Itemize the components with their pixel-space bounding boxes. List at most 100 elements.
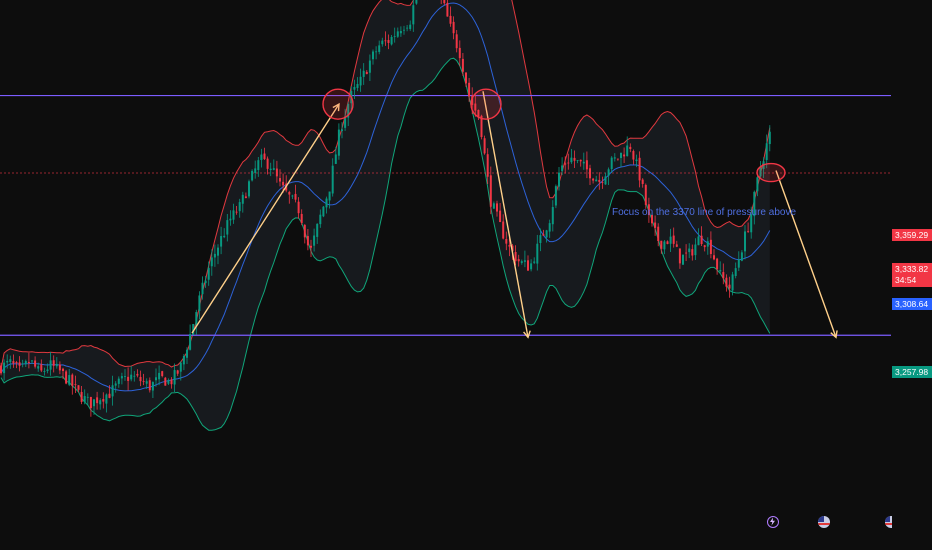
candle-body bbox=[592, 178, 595, 181]
candle-body bbox=[235, 211, 238, 213]
candle-body bbox=[375, 51, 378, 53]
candle-body bbox=[96, 397, 99, 404]
price-chart[interactable] bbox=[0, 0, 932, 550]
candle-body bbox=[105, 394, 108, 404]
candle-body bbox=[406, 27, 409, 29]
candle-body bbox=[412, 5, 415, 25]
price-tag-upper-label: 3,359.29 bbox=[895, 230, 929, 240]
candle-body bbox=[232, 210, 235, 220]
lightning-icon[interactable] bbox=[767, 516, 779, 528]
candle-body bbox=[496, 203, 498, 212]
candle-body bbox=[579, 159, 582, 162]
candle-body bbox=[393, 36, 396, 37]
candle-body bbox=[756, 177, 759, 192]
candle-body bbox=[623, 154, 626, 157]
candle-body bbox=[542, 234, 545, 236]
candle-body bbox=[93, 399, 95, 407]
candle-body bbox=[719, 270, 722, 272]
breakout-circle bbox=[322, 88, 354, 120]
candle-body bbox=[189, 334, 192, 350]
candle-body bbox=[322, 206, 325, 217]
candle-body bbox=[310, 245, 312, 248]
candle-body bbox=[6, 360, 9, 363]
candle-body bbox=[58, 364, 61, 371]
candle-body bbox=[176, 370, 179, 374]
candle-body bbox=[607, 169, 610, 176]
candle-body bbox=[716, 258, 719, 270]
candle-body bbox=[601, 182, 604, 183]
candle-body bbox=[89, 396, 92, 408]
candle-body bbox=[117, 378, 120, 384]
candle-body bbox=[353, 87, 356, 90]
candle-body bbox=[669, 236, 672, 244]
candle-body bbox=[251, 170, 254, 181]
candle-body bbox=[663, 241, 666, 250]
candle-body bbox=[415, 0, 418, 4]
candle-body bbox=[207, 267, 210, 280]
candle-body bbox=[768, 131, 771, 145]
candle-body bbox=[303, 224, 306, 238]
candle-body bbox=[31, 360, 33, 362]
candle-body bbox=[666, 241, 669, 245]
candle-body bbox=[654, 222, 657, 228]
candle-body bbox=[356, 84, 359, 88]
candle-body bbox=[319, 214, 322, 225]
candle-body bbox=[223, 235, 226, 238]
candle-body bbox=[114, 383, 117, 386]
candle-body bbox=[691, 249, 694, 256]
candle-body bbox=[368, 60, 371, 73]
candle-body bbox=[68, 375, 71, 385]
candle-body bbox=[561, 165, 564, 172]
candle-body bbox=[359, 76, 362, 86]
candle-body bbox=[452, 21, 455, 34]
candle-body bbox=[626, 145, 629, 157]
flag-icon-2[interactable] bbox=[885, 516, 892, 528]
candle-body bbox=[266, 158, 269, 169]
candle-body bbox=[728, 284, 731, 289]
candle-body bbox=[331, 165, 334, 194]
candle-body bbox=[167, 380, 170, 384]
candle-body bbox=[554, 186, 557, 206]
candle-body bbox=[226, 220, 229, 235]
candle-body bbox=[620, 152, 622, 159]
candle-body bbox=[688, 248, 691, 253]
candle-body bbox=[71, 374, 74, 386]
candle-body bbox=[387, 40, 390, 43]
candle-body bbox=[697, 236, 700, 246]
candle-body bbox=[722, 272, 725, 279]
candle-body bbox=[765, 143, 768, 160]
candle-body bbox=[678, 248, 681, 264]
candle-body bbox=[731, 274, 734, 291]
pressure-annotation: Focus on the 3370 line of pressure above bbox=[612, 207, 797, 218]
candle-body bbox=[520, 261, 523, 263]
candle-body bbox=[142, 381, 145, 382]
price-tag-support-label: 3,257.98 bbox=[895, 367, 929, 377]
current-circle bbox=[756, 162, 786, 183]
candle-body bbox=[3, 362, 6, 374]
candle-body bbox=[372, 51, 374, 60]
candle-body bbox=[241, 194, 244, 204]
candle-body bbox=[468, 82, 471, 97]
candle-body bbox=[9, 359, 12, 363]
candle-body bbox=[282, 181, 285, 186]
candle-body bbox=[248, 181, 250, 197]
candle-body bbox=[384, 40, 387, 42]
candle-body bbox=[145, 381, 148, 384]
candle-body bbox=[725, 277, 728, 287]
candle-body bbox=[378, 45, 381, 52]
candle-body bbox=[257, 160, 260, 171]
candle-body bbox=[682, 254, 684, 265]
candle-body bbox=[15, 362, 18, 364]
flag-icon[interactable] bbox=[818, 516, 830, 528]
candle-body bbox=[465, 72, 467, 84]
candle-body bbox=[362, 70, 365, 77]
candle-body bbox=[489, 175, 492, 207]
candle-body bbox=[527, 260, 529, 271]
candle-body bbox=[213, 253, 216, 258]
candle-body bbox=[505, 238, 508, 244]
candle-body bbox=[660, 240, 663, 249]
candle-body bbox=[217, 247, 219, 256]
candle-body bbox=[62, 368, 64, 372]
candle-body bbox=[672, 235, 675, 244]
candle-body bbox=[564, 163, 567, 165]
